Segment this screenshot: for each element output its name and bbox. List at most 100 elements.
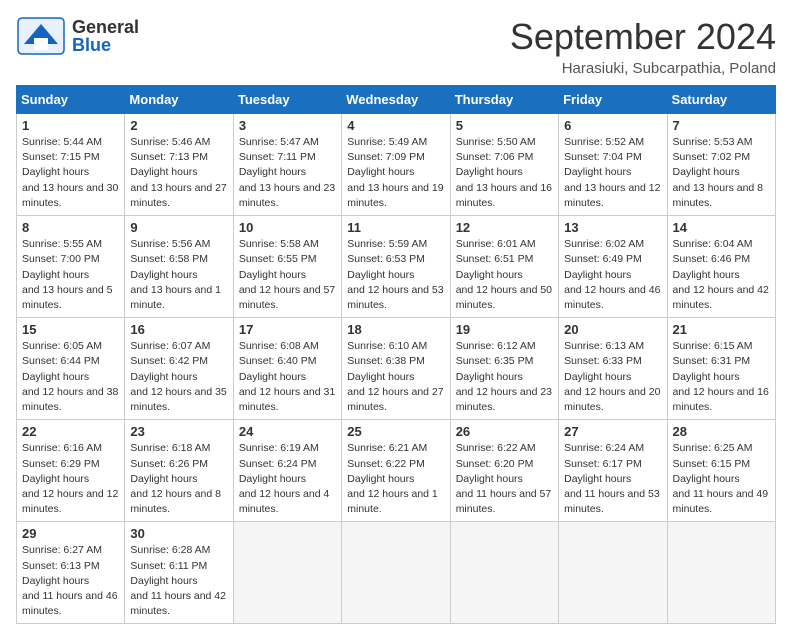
calendar-cell-day-20: 20 Sunrise: 6:13 AM Sunset: 6:33 PM Dayl… <box>559 318 667 420</box>
day-number: 24 <box>239 424 336 439</box>
day-info: Sunrise: 6:16 AM Sunset: 6:29 PM Dayligh… <box>22 441 119 517</box>
day-info: Sunrise: 5:59 AM Sunset: 6:53 PM Dayligh… <box>347 237 444 313</box>
day-info: Sunrise: 6:28 AM Sunset: 6:11 PM Dayligh… <box>130 543 227 619</box>
title-section: September 2024 Harasiuki, Subcarpathia, … <box>510 16 776 77</box>
day-info: Sunrise: 6:07 AM Sunset: 6:42 PM Dayligh… <box>130 339 227 415</box>
day-number: 23 <box>130 424 227 439</box>
col-friday: Friday <box>559 86 667 114</box>
calendar-cell-day-13: 13 Sunrise: 6:02 AM Sunset: 6:49 PM Dayl… <box>559 216 667 318</box>
day-number: 1 <box>22 118 119 133</box>
calendar-cell-day-6: 6 Sunrise: 5:52 AM Sunset: 7:04 PM Dayli… <box>559 114 667 216</box>
day-number: 25 <box>347 424 444 439</box>
month-title: September 2024 <box>510 16 776 58</box>
calendar-cell-day-29: 29 Sunrise: 6:27 AM Sunset: 6:13 PM Dayl… <box>17 522 125 624</box>
day-info: Sunrise: 5:56 AM Sunset: 6:58 PM Dayligh… <box>130 237 227 313</box>
logo-general: General <box>72 18 139 36</box>
day-info: Sunrise: 6:22 AM Sunset: 6:20 PM Dayligh… <box>456 441 553 517</box>
day-number: 22 <box>22 424 119 439</box>
day-number: 30 <box>130 526 227 541</box>
calendar-cell-day-30: 30 Sunrise: 6:28 AM Sunset: 6:11 PM Dayl… <box>125 522 233 624</box>
calendar-cell-day-28: 28 Sunrise: 6:25 AM Sunset: 6:15 PM Dayl… <box>667 420 775 522</box>
day-number: 8 <box>22 220 119 235</box>
day-number: 4 <box>347 118 444 133</box>
col-tuesday: Tuesday <box>233 86 341 114</box>
day-info: Sunrise: 6:01 AM Sunset: 6:51 PM Dayligh… <box>456 237 553 313</box>
day-number: 18 <box>347 322 444 337</box>
col-thursday: Thursday <box>450 86 558 114</box>
empty-cell <box>342 522 450 624</box>
day-info: Sunrise: 5:55 AM Sunset: 7:00 PM Dayligh… <box>22 237 119 313</box>
calendar-cell-day-18: 18 Sunrise: 6:10 AM Sunset: 6:38 PM Dayl… <box>342 318 450 420</box>
calendar-cell-day-11: 11 Sunrise: 5:59 AM Sunset: 6:53 PM Dayl… <box>342 216 450 318</box>
day-info: Sunrise: 6:10 AM Sunset: 6:38 PM Dayligh… <box>347 339 444 415</box>
calendar-week-3: 15 Sunrise: 6:05 AM Sunset: 6:44 PM Dayl… <box>17 318 776 420</box>
day-info: Sunrise: 6:21 AM Sunset: 6:22 PM Dayligh… <box>347 441 444 517</box>
calendar-cell-day-21: 21 Sunrise: 6:15 AM Sunset: 6:31 PM Dayl… <box>667 318 775 420</box>
empty-cell <box>667 522 775 624</box>
calendar-cell-day-27: 27 Sunrise: 6:24 AM Sunset: 6:17 PM Dayl… <box>559 420 667 522</box>
day-info: Sunrise: 6:25 AM Sunset: 6:15 PM Dayligh… <box>673 441 770 517</box>
day-info: Sunrise: 5:44 AM Sunset: 7:15 PM Dayligh… <box>22 135 119 211</box>
calendar-cell-day-24: 24 Sunrise: 6:19 AM Sunset: 6:24 PM Dayl… <box>233 420 341 522</box>
day-number: 19 <box>456 322 553 337</box>
day-info: Sunrise: 6:15 AM Sunset: 6:31 PM Dayligh… <box>673 339 770 415</box>
day-info: Sunrise: 6:05 AM Sunset: 6:44 PM Dayligh… <box>22 339 119 415</box>
day-number: 15 <box>22 322 119 337</box>
day-number: 10 <box>239 220 336 235</box>
day-info: Sunrise: 6:18 AM Sunset: 6:26 PM Dayligh… <box>130 441 227 517</box>
day-number: 3 <box>239 118 336 133</box>
day-number: 13 <box>564 220 661 235</box>
col-wednesday: Wednesday <box>342 86 450 114</box>
day-info: Sunrise: 6:19 AM Sunset: 6:24 PM Dayligh… <box>239 441 336 517</box>
calendar-week-2: 8 Sunrise: 5:55 AM Sunset: 7:00 PM Dayli… <box>17 216 776 318</box>
day-info: Sunrise: 5:47 AM Sunset: 7:11 PM Dayligh… <box>239 135 336 211</box>
empty-cell <box>233 522 341 624</box>
day-number: 7 <box>673 118 770 133</box>
calendar-cell-day-16: 16 Sunrise: 6:07 AM Sunset: 6:42 PM Dayl… <box>125 318 233 420</box>
col-monday: Monday <box>125 86 233 114</box>
col-saturday: Saturday <box>667 86 775 114</box>
empty-cell <box>559 522 667 624</box>
calendar-cell-day-19: 19 Sunrise: 6:12 AM Sunset: 6:35 PM Dayl… <box>450 318 558 420</box>
calendar-cell-day-10: 10 Sunrise: 5:58 AM Sunset: 6:55 PM Dayl… <box>233 216 341 318</box>
day-info: Sunrise: 6:08 AM Sunset: 6:40 PM Dayligh… <box>239 339 336 415</box>
calendar-cell-day-15: 15 Sunrise: 6:05 AM Sunset: 6:44 PM Dayl… <box>17 318 125 420</box>
calendar-cell-day-12: 12 Sunrise: 6:01 AM Sunset: 6:51 PM Dayl… <box>450 216 558 318</box>
calendar-cell-day-7: 7 Sunrise: 5:53 AM Sunset: 7:02 PM Dayli… <box>667 114 775 216</box>
calendar-cell-day-26: 26 Sunrise: 6:22 AM Sunset: 6:20 PM Dayl… <box>450 420 558 522</box>
day-number: 5 <box>456 118 553 133</box>
calendar-week-1: 1 Sunrise: 5:44 AM Sunset: 7:15 PM Dayli… <box>17 114 776 216</box>
day-number: 21 <box>673 322 770 337</box>
day-info: Sunrise: 5:52 AM Sunset: 7:04 PM Dayligh… <box>564 135 661 211</box>
day-info: Sunrise: 5:53 AM Sunset: 7:02 PM Dayligh… <box>673 135 770 211</box>
day-number: 17 <box>239 322 336 337</box>
calendar-week-5: 29 Sunrise: 6:27 AM Sunset: 6:13 PM Dayl… <box>17 522 776 624</box>
calendar-cell-day-22: 22 Sunrise: 6:16 AM Sunset: 6:29 PM Dayl… <box>17 420 125 522</box>
calendar-week-4: 22 Sunrise: 6:16 AM Sunset: 6:29 PM Dayl… <box>17 420 776 522</box>
day-number: 14 <box>673 220 770 235</box>
col-sunday: Sunday <box>17 86 125 114</box>
day-info: Sunrise: 6:13 AM Sunset: 6:33 PM Dayligh… <box>564 339 661 415</box>
calendar-cell-day-8: 8 Sunrise: 5:55 AM Sunset: 7:00 PM Dayli… <box>17 216 125 318</box>
day-number: 11 <box>347 220 444 235</box>
logo: General Blue <box>16 16 139 56</box>
day-number: 16 <box>130 322 227 337</box>
day-number: 2 <box>130 118 227 133</box>
calendar-table: Sunday Monday Tuesday Wednesday Thursday… <box>16 85 776 624</box>
day-info: Sunrise: 6:04 AM Sunset: 6:46 PM Dayligh… <box>673 237 770 313</box>
day-info: Sunrise: 6:12 AM Sunset: 6:35 PM Dayligh… <box>456 339 553 415</box>
calendar-cell-day-4: 4 Sunrise: 5:49 AM Sunset: 7:09 PM Dayli… <box>342 114 450 216</box>
day-info: Sunrise: 6:02 AM Sunset: 6:49 PM Dayligh… <box>564 237 661 313</box>
calendar-cell-day-14: 14 Sunrise: 6:04 AM Sunset: 6:46 PM Dayl… <box>667 216 775 318</box>
day-number: 12 <box>456 220 553 235</box>
day-number: 9 <box>130 220 227 235</box>
logo-icon <box>16 16 66 56</box>
page-header: General Blue September 2024 Harasiuki, S… <box>16 16 776 77</box>
calendar-cell-day-25: 25 Sunrise: 6:21 AM Sunset: 6:22 PM Dayl… <box>342 420 450 522</box>
calendar-cell-day-3: 3 Sunrise: 5:47 AM Sunset: 7:11 PM Dayli… <box>233 114 341 216</box>
day-info: Sunrise: 6:27 AM Sunset: 6:13 PM Dayligh… <box>22 543 119 619</box>
calendar-cell-day-17: 17 Sunrise: 6:08 AM Sunset: 6:40 PM Dayl… <box>233 318 341 420</box>
day-info: Sunrise: 5:50 AM Sunset: 7:06 PM Dayligh… <box>456 135 553 211</box>
logo-blue: Blue <box>72 36 139 54</box>
calendar-cell-day-9: 9 Sunrise: 5:56 AM Sunset: 6:58 PM Dayli… <box>125 216 233 318</box>
